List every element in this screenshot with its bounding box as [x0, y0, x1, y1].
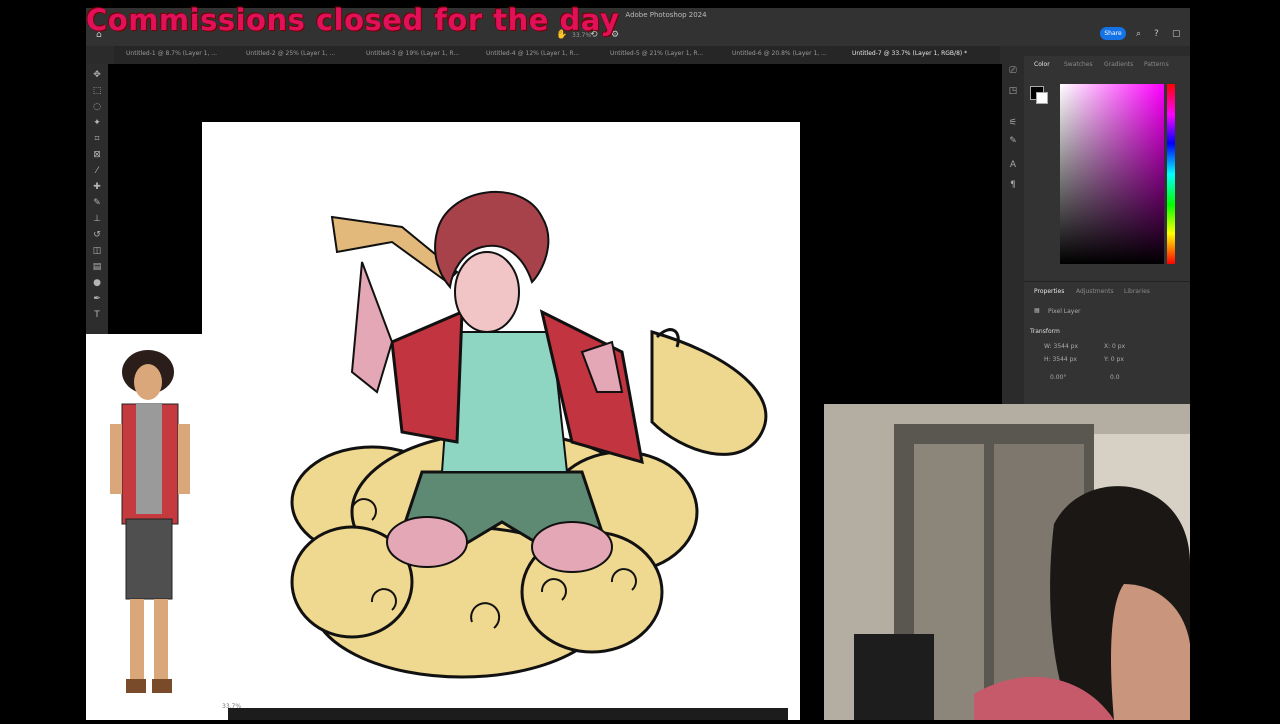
- webcam-scene: [824, 404, 1190, 720]
- hue-slider[interactable]: [1167, 84, 1175, 264]
- crop-tool-icon[interactable]: ⌗: [90, 132, 104, 146]
- brush-tool-icon[interactable]: ✎: [90, 196, 104, 210]
- blur-tool-icon[interactable]: ●: [90, 276, 104, 290]
- type-tool-icon[interactable]: T: [90, 308, 104, 322]
- tab-untitled-4[interactable]: Untitled-4 @ 12% (Layer 1, R...: [486, 50, 579, 57]
- horizontal-scrollbar[interactable]: [228, 708, 788, 720]
- history-panel-icon[interactable]: ⎚: [1007, 66, 1019, 78]
- y-field[interactable]: Y: 0 px: [1104, 356, 1124, 363]
- tab-adjustments[interactable]: Adjustments: [1076, 288, 1114, 295]
- tab-color[interactable]: Color: [1034, 61, 1050, 68]
- character-panel-icon[interactable]: A: [1007, 160, 1019, 172]
- paragraph-panel-icon[interactable]: ¶: [1007, 180, 1019, 192]
- tab-untitled-1[interactable]: Untitled-1 @ 8.7% (Layer 1, ...: [126, 50, 217, 57]
- healing-tool-icon[interactable]: ✚: [90, 180, 104, 194]
- layer-thumb-icon: ▦: [1034, 307, 1040, 314]
- document-canvas[interactable]: [202, 122, 800, 720]
- tab-properties[interactable]: Properties: [1034, 288, 1064, 295]
- tab-libraries[interactable]: Libraries: [1124, 288, 1150, 295]
- history-brush-icon[interactable]: ↺: [90, 228, 104, 242]
- color-spectrum-picker[interactable]: [1060, 84, 1164, 264]
- color-properties-panel: Color Swatches Gradients Patterns Proper…: [1024, 56, 1190, 416]
- gradient-tool-icon[interactable]: ▤: [90, 260, 104, 274]
- stream-overlay-title: Commissions closed for the day: [86, 3, 620, 37]
- eraser-tool-icon[interactable]: ◫: [90, 244, 104, 258]
- webcam-feed: [824, 404, 1190, 720]
- marquee-tool-icon[interactable]: ⬚: [90, 84, 104, 98]
- lasso-tool-icon[interactable]: ◌: [90, 100, 104, 114]
- move-tool-icon[interactable]: ✥: [90, 68, 104, 82]
- x-field[interactable]: X: 0 px: [1104, 343, 1125, 350]
- tab-untitled-3[interactable]: Untitled-3 @ 19% (Layer 1, R...: [366, 50, 459, 57]
- stamp-tool-icon[interactable]: ⊥: [90, 212, 104, 226]
- document-tabs: Untitled-1 @ 8.7% (Layer 1, ... Untitled…: [114, 46, 1000, 64]
- zero-field[interactable]: 0.0: [1110, 374, 1120, 381]
- comments-panel-icon[interactable]: ◳: [1007, 86, 1019, 98]
- panel-icon-strip: ⎚ ◳ ⚟ ✎ A ¶: [1002, 56, 1025, 416]
- adjust-panel-icon[interactable]: ⚟: [1007, 118, 1019, 130]
- width-field[interactable]: W: 3544 px: [1044, 343, 1078, 350]
- panel-divider: [1024, 281, 1190, 282]
- frame-tool-icon[interactable]: ⊠: [90, 148, 104, 162]
- tab-untitled-5[interactable]: Untitled-5 @ 21% (Layer 1, R...: [610, 50, 703, 57]
- reference-character: [110, 350, 190, 693]
- help-icon[interactable]: ?: [1154, 29, 1159, 39]
- status-zoom: 33.7%: [222, 703, 242, 710]
- tab-patterns[interactable]: Patterns: [1144, 61, 1169, 68]
- height-field[interactable]: H: 3544 px: [1044, 356, 1077, 363]
- angle-field[interactable]: 0.00°: [1050, 374, 1066, 381]
- background-color-swatch[interactable]: [1036, 92, 1048, 104]
- character-illustration: [290, 191, 768, 679]
- reference-image: [86, 334, 218, 720]
- tab-untitled-2[interactable]: Untitled-2 @ 25% (Layer 1, ...: [246, 50, 335, 57]
- hue-slider-svg: [1167, 84, 1175, 264]
- tab-gradients[interactable]: Gradients: [1104, 61, 1133, 68]
- tab-swatches[interactable]: Swatches: [1064, 61, 1093, 68]
- tab-untitled-7[interactable]: Untitled-7 @ 33.7% (Layer 1, RGB/8) *: [852, 50, 967, 57]
- color-field-svg: [1060, 84, 1164, 264]
- transform-label: Transform: [1030, 328, 1060, 335]
- pixel-layer-label: Pixel Layer: [1048, 308, 1081, 315]
- tab-untitled-6[interactable]: Untitled-6 @ 20.8% (Layer 1, ...: [732, 50, 827, 57]
- search-icon[interactable]: ⌕: [1136, 29, 1141, 39]
- brush-panel-icon[interactable]: ✎: [1007, 136, 1019, 148]
- pen-tool-icon[interactable]: ✒: [90, 292, 104, 306]
- tools-panel: ✥ ⬚ ◌ ✦ ⌗ ⊠ ⁄ ✚ ✎ ⊥ ↺ ◫ ▤ ● ✒ T: [86, 64, 109, 334]
- workspace-icon[interactable]: ▢: [1172, 29, 1181, 39]
- share-button[interactable]: Share: [1100, 27, 1126, 40]
- magic-wand-tool-icon[interactable]: ✦: [90, 116, 104, 130]
- eyedropper-tool-icon[interactable]: ⁄: [90, 164, 104, 178]
